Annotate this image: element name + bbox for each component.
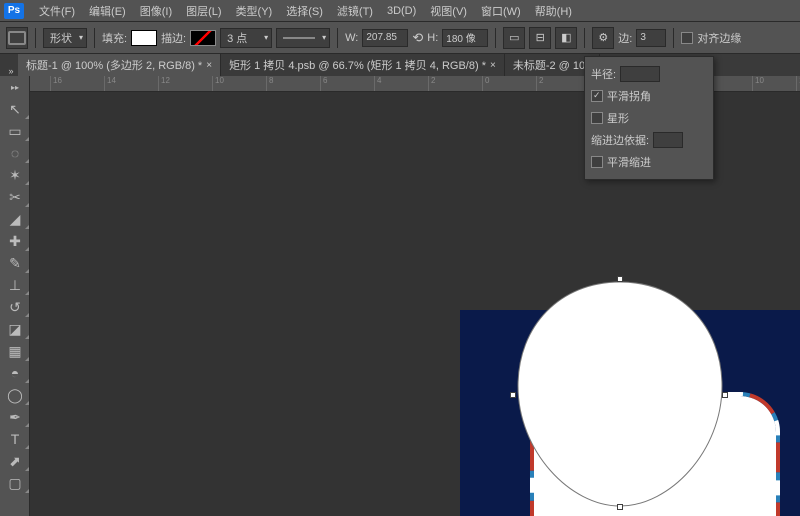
marquee-tool[interactable]: ▭ <box>0 120 30 142</box>
menu-help[interactable]: 帮助(H) <box>528 3 579 19</box>
shape-tool[interactable]: ▢ <box>0 472 30 494</box>
path-select-tool[interactable]: ⬈ <box>0 450 30 472</box>
height-label: H: <box>427 32 438 44</box>
sides-input[interactable] <box>636 29 666 47</box>
stamp-tool[interactable]: ⊥ <box>0 274 30 296</box>
polygon-head-shape[interactable] <box>510 276 730 516</box>
menu-select[interactable]: 选择(S) <box>279 3 330 19</box>
app-logo: Ps <box>4 3 24 19</box>
align-edges-checkbox[interactable] <box>681 32 693 44</box>
height-input[interactable] <box>442 29 488 47</box>
arrange-icon[interactable]: ◧ <box>555 27 577 49</box>
tab-label: 未标题-2 @ 100 <box>513 57 591 73</box>
tool-mode-dropdown[interactable]: 形状 <box>43 28 87 48</box>
menu-window[interactable]: 窗口(W) <box>474 3 528 19</box>
document-tab-1[interactable]: 标题-1 @ 100% (多边形 2, RGB/8) * × <box>18 54 221 76</box>
smooth-indent-label: 平滑缩进 <box>607 154 651 170</box>
dodge-tool[interactable]: ◯ <box>0 384 30 406</box>
brush-tool[interactable]: ✎ <box>0 252 30 274</box>
blur-tool[interactable]: ◓ <box>0 362 30 384</box>
anchor-handle[interactable] <box>617 276 623 282</box>
gear-icon[interactable]: ⚙ <box>592 27 614 49</box>
tab-overflow-icon[interactable]: » <box>4 66 18 76</box>
star-label: 星形 <box>607 110 629 126</box>
shape-preset-icon[interactable] <box>6 27 28 49</box>
stroke-style-dropdown[interactable] <box>276 28 330 48</box>
star-checkbox[interactable] <box>591 112 603 124</box>
fill-label: 填充: <box>102 30 127 46</box>
eraser-tool[interactable]: ◪ <box>0 318 30 340</box>
indent-input[interactable] <box>653 132 683 148</box>
crop-tool[interactable]: ✂ <box>0 186 30 208</box>
smooth-corners-checkbox[interactable] <box>591 90 603 102</box>
anchor-handle[interactable] <box>617 504 623 510</box>
path-op-icon[interactable]: ▭ <box>503 27 525 49</box>
move-tool[interactable]: ↖ <box>0 98 30 120</box>
menu-file[interactable]: 文件(F) <box>32 3 82 19</box>
anchor-handle[interactable] <box>722 392 728 398</box>
width-input[interactable] <box>362 29 408 47</box>
separator <box>495 28 496 48</box>
sides-label: 边: <box>618 30 632 46</box>
polygon-options-popup: 半径: 平滑拐角 星形 缩进边依据: 平滑缩进 <box>584 56 714 180</box>
separator <box>94 28 95 48</box>
close-icon[interactable]: × <box>206 60 212 71</box>
stroke-label: 描边: <box>161 30 186 46</box>
smooth-corners-label: 平滑拐角 <box>607 88 651 104</box>
lasso-tool[interactable]: ◌ <box>0 142 30 164</box>
history-brush-tool[interactable]: ↺ <box>0 296 30 318</box>
tools-palette: ▸▸ ↖ ▭ ◌ ✶ ✂ ◢ ✚ ✎ ⊥ ↺ ◪ ▦ ◓ ◯ ✒ T ⬈ ▢ <box>0 76 30 516</box>
eyedropper-tool[interactable]: ◢ <box>0 208 30 230</box>
healing-tool[interactable]: ✚ <box>0 230 30 252</box>
menu-3d[interactable]: 3D(D) <box>380 5 423 17</box>
indent-label: 缩进边依据: <box>591 132 649 148</box>
gradient-tool[interactable]: ▦ <box>0 340 30 362</box>
close-icon[interactable]: × <box>490 60 496 71</box>
align-icon[interactable]: ⊟ <box>529 27 551 49</box>
separator <box>35 28 36 48</box>
separator <box>673 28 674 48</box>
collapse-icon[interactable]: ▸▸ <box>0 76 30 98</box>
wand-tool[interactable]: ✶ <box>0 164 30 186</box>
radius-label: 半径: <box>591 66 616 82</box>
stroke-width-dropdown[interactable]: 3 点 <box>220 28 272 48</box>
document-tab-2[interactable]: 矩形 1 拷贝 4.psb @ 66.7% (矩形 1 拷贝 4, RGB/8)… <box>221 54 505 76</box>
tab-label: 标题-1 @ 100% (多边形 2, RGB/8) * <box>26 57 202 73</box>
fill-swatch[interactable] <box>131 30 157 46</box>
menu-type[interactable]: 类型(Y) <box>229 3 280 19</box>
type-tool[interactable]: T <box>0 428 30 450</box>
smooth-indent-checkbox[interactable] <box>591 156 603 168</box>
menu-edit[interactable]: 编辑(E) <box>82 3 133 19</box>
menu-image[interactable]: 图像(I) <box>133 3 179 19</box>
anchor-handle[interactable] <box>510 392 516 398</box>
separator <box>584 28 585 48</box>
radius-input[interactable] <box>620 66 660 82</box>
menu-view[interactable]: 视图(V) <box>423 3 474 19</box>
menu-filter[interactable]: 滤镜(T) <box>330 3 380 19</box>
stroke-swatch[interactable] <box>190 30 216 46</box>
separator <box>337 28 338 48</box>
line-preview-icon <box>283 37 315 39</box>
link-wh-icon[interactable]: ⟲ <box>412 30 423 46</box>
menu-layer[interactable]: 图层(L) <box>179 3 228 19</box>
align-edges-label: 对齐边缘 <box>697 30 741 46</box>
pen-tool[interactable]: ✒ <box>0 406 30 428</box>
width-label: W: <box>345 32 358 44</box>
tab-label: 矩形 1 拷贝 4.psb @ 66.7% (矩形 1 拷贝 4, RGB/8)… <box>229 57 486 73</box>
